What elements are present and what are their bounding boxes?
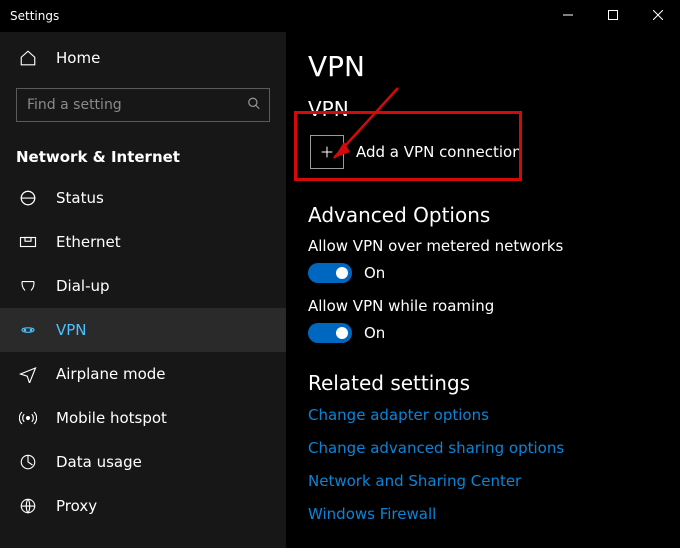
sidebar-item-label: VPN bbox=[56, 321, 87, 339]
maximize-button[interactable] bbox=[590, 0, 635, 30]
proxy-icon bbox=[18, 497, 38, 515]
maximize-icon bbox=[608, 10, 618, 20]
search-box[interactable] bbox=[16, 88, 270, 122]
status-icon bbox=[18, 189, 38, 207]
minimize-button[interactable] bbox=[545, 0, 590, 30]
sidebar-item-label: Data usage bbox=[56, 453, 142, 471]
plus-icon bbox=[310, 135, 344, 169]
window-controls bbox=[545, 0, 680, 30]
sidebar-item-proxy[interactable]: Proxy bbox=[0, 484, 286, 528]
link-windows-firewall[interactable]: Windows Firewall bbox=[308, 505, 436, 523]
search-wrap bbox=[0, 80, 286, 130]
datausage-icon bbox=[18, 453, 38, 471]
related-links: Change adapter options Change advanced s… bbox=[308, 405, 658, 523]
sidebar-item-datausage[interactable]: Data usage bbox=[0, 440, 286, 484]
window-title: Settings bbox=[0, 9, 59, 23]
sidebar-home-label: Home bbox=[56, 49, 100, 67]
sidebar-item-dialup[interactable]: Dial-up bbox=[0, 264, 286, 308]
sidebar-item-label: Airplane mode bbox=[56, 365, 166, 383]
sidebar-item-label: Dial-up bbox=[56, 277, 110, 295]
toggle-roaming-switch[interactable] bbox=[308, 323, 352, 343]
close-icon bbox=[653, 10, 663, 20]
sidebar: Home Network & Internet Status bbox=[0, 32, 286, 548]
link-sharing-options[interactable]: Change advanced sharing options bbox=[308, 439, 564, 457]
close-button[interactable] bbox=[635, 0, 680, 30]
add-vpn-label: Add a VPN connection bbox=[356, 143, 522, 161]
vpn-section-heading: VPN bbox=[308, 97, 658, 121]
toggle-roaming-state: On bbox=[364, 324, 385, 342]
toggle-roaming: Allow VPN while roaming On bbox=[308, 297, 658, 343]
sidebar-nav: Status Ethernet Dial-up VPN bbox=[0, 176, 286, 528]
toggle-roaming-label: Allow VPN while roaming bbox=[308, 297, 658, 315]
link-adapter-options[interactable]: Change adapter options bbox=[308, 406, 489, 424]
search-icon bbox=[247, 96, 261, 115]
hotspot-icon bbox=[18, 409, 38, 427]
toggle-metered-state: On bbox=[364, 264, 385, 282]
advanced-heading: Advanced Options bbox=[308, 203, 658, 227]
sidebar-item-ethernet[interactable]: Ethernet bbox=[0, 220, 286, 264]
sidebar-item-vpn[interactable]: VPN bbox=[0, 308, 286, 352]
related-heading: Related settings bbox=[308, 371, 658, 395]
airplane-icon bbox=[18, 365, 38, 383]
sidebar-item-hotspot[interactable]: Mobile hotspot bbox=[0, 396, 286, 440]
sidebar-item-airplane[interactable]: Airplane mode bbox=[0, 352, 286, 396]
ethernet-icon bbox=[18, 233, 38, 251]
search-input[interactable] bbox=[27, 97, 235, 113]
content-pane: VPN VPN Add a VPN connection Advanced Op… bbox=[286, 32, 680, 548]
sidebar-home[interactable]: Home bbox=[0, 36, 286, 80]
vpn-icon bbox=[18, 321, 38, 339]
sidebar-item-status[interactable]: Status bbox=[0, 176, 286, 220]
sidebar-item-label: Status bbox=[56, 189, 104, 207]
sidebar-category: Network & Internet bbox=[0, 130, 286, 176]
home-icon bbox=[18, 49, 38, 67]
link-network-center[interactable]: Network and Sharing Center bbox=[308, 472, 521, 490]
page-title: VPN bbox=[308, 50, 658, 83]
add-vpn-button[interactable]: Add a VPN connection bbox=[308, 131, 524, 173]
toggle-metered-switch[interactable] bbox=[308, 263, 352, 283]
toggle-metered: Allow VPN over metered networks On bbox=[308, 237, 658, 283]
dialup-icon bbox=[18, 277, 38, 295]
toggle-metered-label: Allow VPN over metered networks bbox=[308, 237, 658, 255]
sidebar-item-label: Proxy bbox=[56, 497, 97, 515]
sidebar-item-label: Mobile hotspot bbox=[56, 409, 167, 427]
sidebar-item-label: Ethernet bbox=[56, 233, 121, 251]
minimize-icon bbox=[563, 10, 573, 20]
titlebar: Settings bbox=[0, 0, 680, 32]
